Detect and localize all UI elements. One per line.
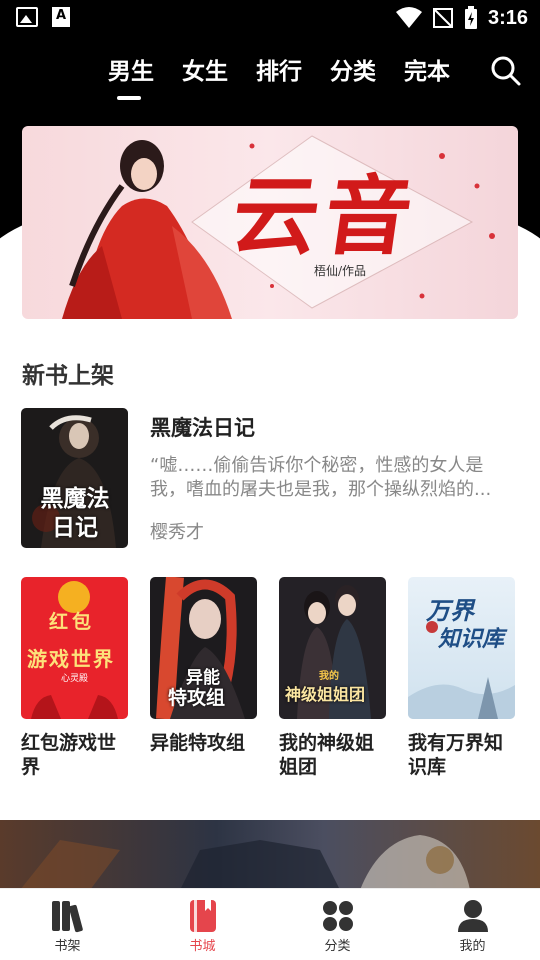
book-cover-text: 知识库 [438, 626, 505, 652]
book-cover-text: 红包 [49, 611, 96, 633]
featured-desc-line: 我，嗜血的屠夫也是我，那个操纵烈焰的... [150, 479, 492, 500]
featured-book-author: 樱秀才 [150, 522, 204, 543]
banner-title: 云音 [225, 166, 424, 267]
nav-bookshelf[interactable]: 书架 [0, 889, 135, 960]
bookshelf-icon [51, 901, 83, 933]
nav-label: 分类 [324, 939, 351, 954]
book-cover[interactable]: 异能 特攻组 [150, 577, 257, 719]
bottom-nav: 书架 书城 分类 我的 [0, 888, 540, 960]
profile-icon [457, 900, 488, 932]
book-cover[interactable]: 万界 知识库 [408, 577, 515, 719]
book-cover[interactable]: 红包 游戏世界 心灵殿 [21, 577, 128, 719]
top-tabs: 男生 女生 排行 分类 完本 [108, 52, 450, 100]
bookstore-icon [189, 900, 216, 932]
tab-category[interactable]: 分类 [330, 52, 376, 100]
wifi-icon [395, 7, 422, 28]
tab-male[interactable]: 男生 [108, 52, 154, 100]
featured-book-description: “嘘……偷偷告诉你个秘密，性感的女人是 我，嗜血的屠夫也是我，那个操纵烈焰的..… [150, 454, 510, 502]
status-bar: A 3:16 [0, 0, 540, 36]
book-card[interactable]: 异能 特攻组 异能特攻组 [150, 577, 257, 755]
featured-book-title[interactable]: 黑魔法日记 [150, 412, 255, 442]
book-title[interactable]: 我有万界知识库 [408, 731, 518, 779]
tab-female[interactable]: 女生 [182, 52, 228, 100]
featured-book[interactable]: 黑魔法 日记 黑魔法日记 “嘘……偷偷告诉你个秘密，性感的女人是 我，嗜血的屠夫… [21, 408, 521, 550]
book-title[interactable]: 红包游戏世界 [21, 731, 131, 779]
nav-label: 书架 [54, 939, 81, 954]
book-cover-text: 神级姐姐团 [285, 685, 366, 704]
book-card[interactable]: 红包 游戏世界 心灵殿 红包游戏世界 [21, 577, 128, 779]
promo-banner[interactable]: 云音 梧仙/作品 [22, 126, 518, 319]
banner-author: 梧仙/作品 [314, 264, 367, 278]
book-cover-author: 心灵殿 [61, 674, 89, 684]
nav-bookstore[interactable]: 书城 [135, 889, 270, 960]
nav-profile[interactable]: 我的 [405, 889, 540, 960]
book-title[interactable]: 异能特攻组 [150, 731, 260, 755]
tab-ranking[interactable]: 排行 [256, 52, 302, 100]
secondary-banner[interactable] [0, 820, 540, 890]
featured-cover-text: 黑魔法 日记 [40, 485, 110, 541]
featured-book-cover[interactable]: 黑魔法 日记 [21, 408, 128, 548]
image-notification-icon [16, 7, 38, 27]
search-icon[interactable] [490, 55, 522, 87]
book-cover-text: 特攻组 [168, 687, 226, 709]
book-cover-text: 游戏世界 [27, 647, 115, 671]
no-signal-icon [432, 8, 453, 28]
nav-label: 书城 [189, 939, 216, 954]
section-title: 新书上架 [22, 363, 114, 389]
book-card[interactable]: 万界 知识库 我有万界知识库 [408, 577, 515, 779]
book-cover-text: 我的 [319, 671, 339, 682]
book-title[interactable]: 我的神级姐姐团 [279, 731, 389, 779]
tab-completed[interactable]: 完本 [404, 52, 450, 100]
nav-category[interactable]: 分类 [270, 889, 405, 960]
category-icon [322, 901, 353, 931]
book-card[interactable]: 我的 神级姐姐团 我的神级姐姐团 [279, 577, 386, 779]
nav-label: 我的 [459, 939, 486, 954]
status-time: 3:16 [487, 6, 528, 29]
book-cover[interactable]: 我的 神级姐姐团 [279, 577, 386, 719]
font-notification-icon: A [52, 7, 70, 27]
battery-charging-icon [464, 6, 477, 29]
featured-desc-line: “嘘……偷偷告诉你个秘密，性感的女人是 [150, 455, 484, 476]
